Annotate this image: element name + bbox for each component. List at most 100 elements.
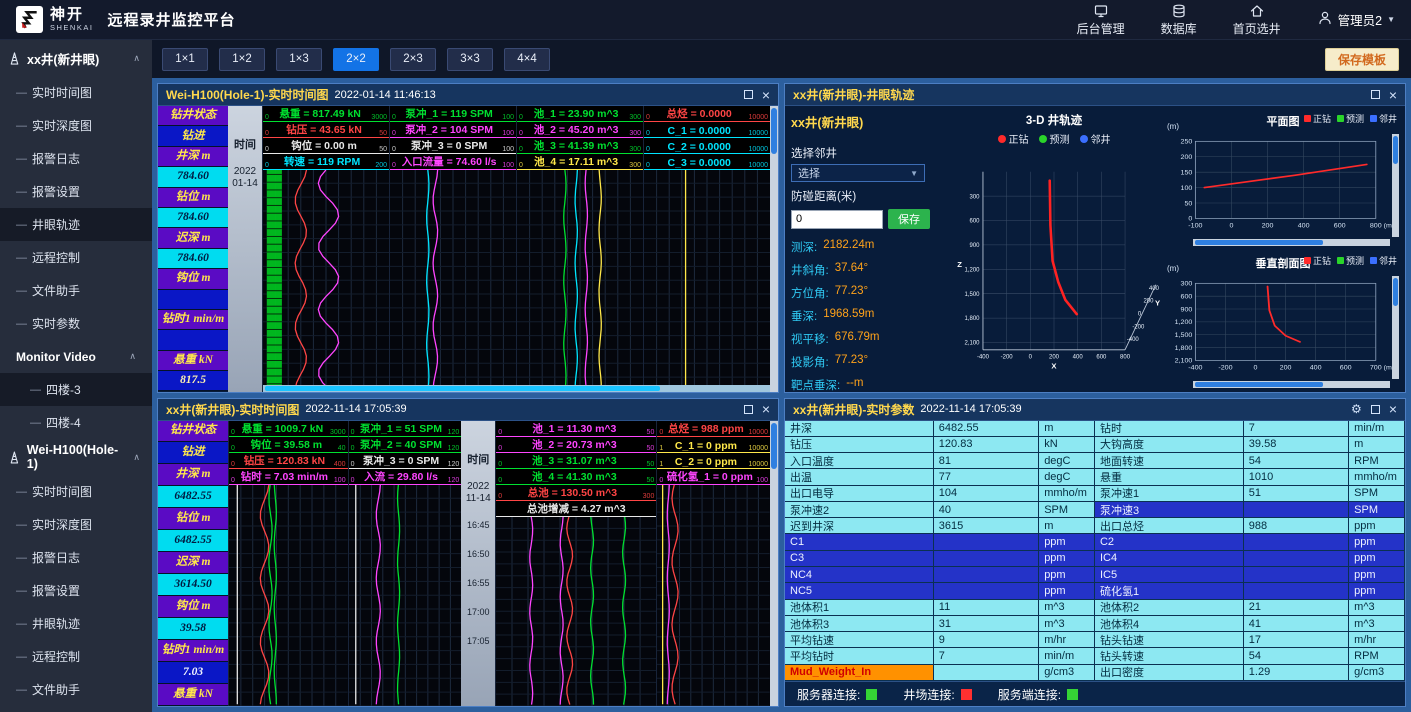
well-group-header[interactable]: Wei-H100(Hole-1)∧ bbox=[0, 439, 152, 475]
collision-distance-input[interactable] bbox=[791, 210, 883, 229]
horizontal-scrollbar[interactable] bbox=[263, 385, 770, 392]
expand-icon[interactable] bbox=[1371, 405, 1380, 414]
svg-text:-400: -400 bbox=[977, 354, 990, 360]
scrollbar-thumb[interactable] bbox=[265, 386, 660, 391]
scrollbar-thumb[interactable] bbox=[771, 108, 777, 154]
param-name-cell: 池体积4 bbox=[1095, 616, 1244, 632]
curve-label: 总池增减 = 4.27 m^3 bbox=[496, 501, 656, 517]
legend-swatch bbox=[998, 135, 1006, 143]
gear-icon[interactable]: ⚙ bbox=[1351, 403, 1362, 415]
vertical-scrollbar[interactable] bbox=[770, 106, 778, 392]
close-icon[interactable]: × bbox=[762, 88, 770, 102]
sidebar-item[interactable]: —文件助手 bbox=[0, 673, 152, 706]
svg-text:-100: -100 bbox=[1188, 223, 1202, 230]
curve-scale-min: 0 bbox=[659, 429, 663, 436]
svg-text:2,100: 2,100 bbox=[1175, 358, 1193, 365]
param-unit-cell: ppm bbox=[1039, 567, 1095, 583]
param-value-cell: 54 bbox=[1244, 453, 1349, 469]
curve-name-value: 池_4 = 17.11 m^3 bbox=[534, 154, 618, 169]
scrollbar-thumb[interactable] bbox=[1195, 382, 1323, 387]
param-name-cell: 井深 bbox=[785, 421, 934, 437]
user-menu[interactable]: 管理员2 ▼ bbox=[1317, 10, 1395, 29]
close-icon[interactable]: × bbox=[1389, 88, 1397, 102]
layout-button-4×4[interactable]: 4×4 bbox=[504, 48, 550, 71]
sidebar-item[interactable]: —实时时间图 bbox=[0, 76, 152, 109]
layout-button-3×3[interactable]: 3×3 bbox=[447, 48, 493, 71]
layout-button-1×2[interactable]: 1×2 bbox=[219, 48, 265, 71]
section-vertical-scrollbar[interactable] bbox=[1392, 276, 1399, 379]
section-horizontal-scrollbar[interactable] bbox=[1193, 381, 1390, 388]
scrollbar-thumb[interactable] bbox=[1393, 136, 1398, 164]
plan-vertical-scrollbar[interactable] bbox=[1392, 134, 1399, 237]
sidebar-item[interactable]: —文件助手 bbox=[0, 274, 152, 307]
sidebar-item[interactable]: —远程控制 bbox=[0, 640, 152, 673]
legend-item: 正钻 bbox=[1304, 112, 1331, 125]
sidebar-item[interactable]: —四楼-3 bbox=[0, 373, 152, 406]
curve-label: 1C_1 = 0 ppm10000 bbox=[657, 437, 770, 453]
layout-button-1×1[interactable]: 1×1 bbox=[162, 48, 208, 71]
sidebar-item[interactable]: —远程控制 bbox=[0, 241, 152, 274]
plan-view-plot: 250200150100500-1000200400600800(m) bbox=[1167, 134, 1392, 237]
curve-scale-max: 300 bbox=[629, 146, 641, 153]
sidebar: xx井(新井眼)∧—实时时间图—实时深度图—报警日志—报警设置—井眼轨迹—远程控… bbox=[0, 40, 152, 712]
save-distance-button[interactable]: 保存 bbox=[888, 209, 930, 229]
sidebar-item[interactable]: —报警日志 bbox=[0, 142, 152, 175]
caret-down-icon: ▼ bbox=[910, 169, 918, 178]
curve-scale-min: 0 bbox=[265, 114, 269, 121]
panel-titlebar: xx井(新井眼)-井眼轨迹 × bbox=[785, 84, 1405, 106]
well-group-header[interactable]: xx井(新井眼)∧ bbox=[0, 40, 152, 76]
layout-button-2×2[interactable]: 2×2 bbox=[333, 48, 379, 71]
expand-icon[interactable] bbox=[744, 90, 753, 99]
sidebar-item[interactable]: —井眼轨迹 bbox=[0, 208, 152, 241]
neighbor-well-select[interactable]: 选择 ▼ bbox=[791, 164, 925, 182]
param-value-cell: 6482.55 bbox=[158, 530, 228, 552]
curve-scale-min: 0 bbox=[392, 114, 396, 121]
param-name-cell: 钻头转速 bbox=[1095, 648, 1244, 664]
nav-item-database[interactable]: 数据库 bbox=[1161, 3, 1197, 37]
svg-text:150: 150 bbox=[1181, 170, 1193, 177]
param-value-cell: 54 bbox=[1244, 648, 1349, 664]
sidebar-tree: xx井(新井眼)∧—实时时间图—实时深度图—报警日志—报警设置—井眼轨迹—远程控… bbox=[0, 40, 152, 706]
param-unit-cell: m bbox=[1039, 421, 1095, 437]
sidebar-item[interactable]: —井眼轨迹 bbox=[0, 607, 152, 640]
table-row: 出口电导104mmho/m泵冲速151SPM bbox=[785, 486, 1405, 502]
expand-icon[interactable] bbox=[1371, 90, 1380, 99]
sidebar-item[interactable]: —实时深度图 bbox=[0, 109, 152, 142]
sidebar-item[interactable]: —实时时间图 bbox=[0, 475, 152, 508]
sidebar-item[interactable]: —四楼-4 bbox=[0, 406, 152, 439]
panel-title: xx井(新井眼)-实时时间图 bbox=[166, 401, 299, 418]
vertical-scrollbar[interactable] bbox=[770, 421, 778, 707]
sidebar-item[interactable]: —报警设置 bbox=[0, 574, 152, 607]
section-unit-label: (m) bbox=[1167, 264, 1179, 273]
curve-scale-max: 10000 bbox=[749, 461, 768, 468]
sidebar-item[interactable]: —报警设置 bbox=[0, 175, 152, 208]
layout-button-2×3[interactable]: 2×3 bbox=[390, 48, 436, 71]
stat-row: 靶点垂深:--m bbox=[791, 377, 941, 392]
layout-button-1×3[interactable]: 1×3 bbox=[276, 48, 322, 71]
nav-item-home[interactable]: 首页选井 bbox=[1233, 3, 1281, 37]
curve-scale-min: 0 bbox=[351, 429, 355, 436]
trajectory-stats: 测深:2182.24m井斜角:37.64°方位角:77.23°垂深:1968.5… bbox=[791, 239, 941, 392]
sidebar-item[interactable]: —实时深度图 bbox=[0, 508, 152, 541]
close-icon[interactable]: × bbox=[762, 402, 770, 416]
track-plot bbox=[657, 485, 770, 707]
svg-text:(m): (m) bbox=[1384, 365, 1392, 372]
expand-icon[interactable] bbox=[744, 405, 753, 414]
table-row: 泵冲速240SPM泵冲速3SPM bbox=[785, 502, 1405, 518]
plan-horizontal-scrollbar[interactable] bbox=[1193, 239, 1390, 246]
curve-name-value: 泵冲_1 = 51 SPM bbox=[360, 421, 442, 436]
svg-text:600: 600 bbox=[1181, 293, 1193, 300]
save-template-button[interactable]: 保存模板 bbox=[1325, 48, 1399, 71]
param-column: 钻井状态钻进井深 m6482.55钻位 m6482.55迟深 m3614.50钩… bbox=[158, 421, 228, 707]
close-icon[interactable]: × bbox=[1389, 402, 1397, 416]
scrollbar-thumb[interactable] bbox=[1393, 278, 1398, 306]
nav-item-admin[interactable]: 后台管理 bbox=[1077, 3, 1125, 37]
sidebar-item[interactable]: —实时参数 bbox=[0, 307, 152, 340]
sidebar-item-group[interactable]: Monitor Video∧ bbox=[0, 340, 152, 373]
svg-text:200: 200 bbox=[1143, 299, 1154, 305]
scrollbar-thumb[interactable] bbox=[1195, 240, 1323, 245]
scrollbar-thumb[interactable] bbox=[771, 423, 777, 469]
home-select-icon bbox=[1249, 3, 1265, 19]
svg-text:-200: -200 bbox=[1001, 354, 1014, 360]
sidebar-item[interactable]: —报警日志 bbox=[0, 541, 152, 574]
